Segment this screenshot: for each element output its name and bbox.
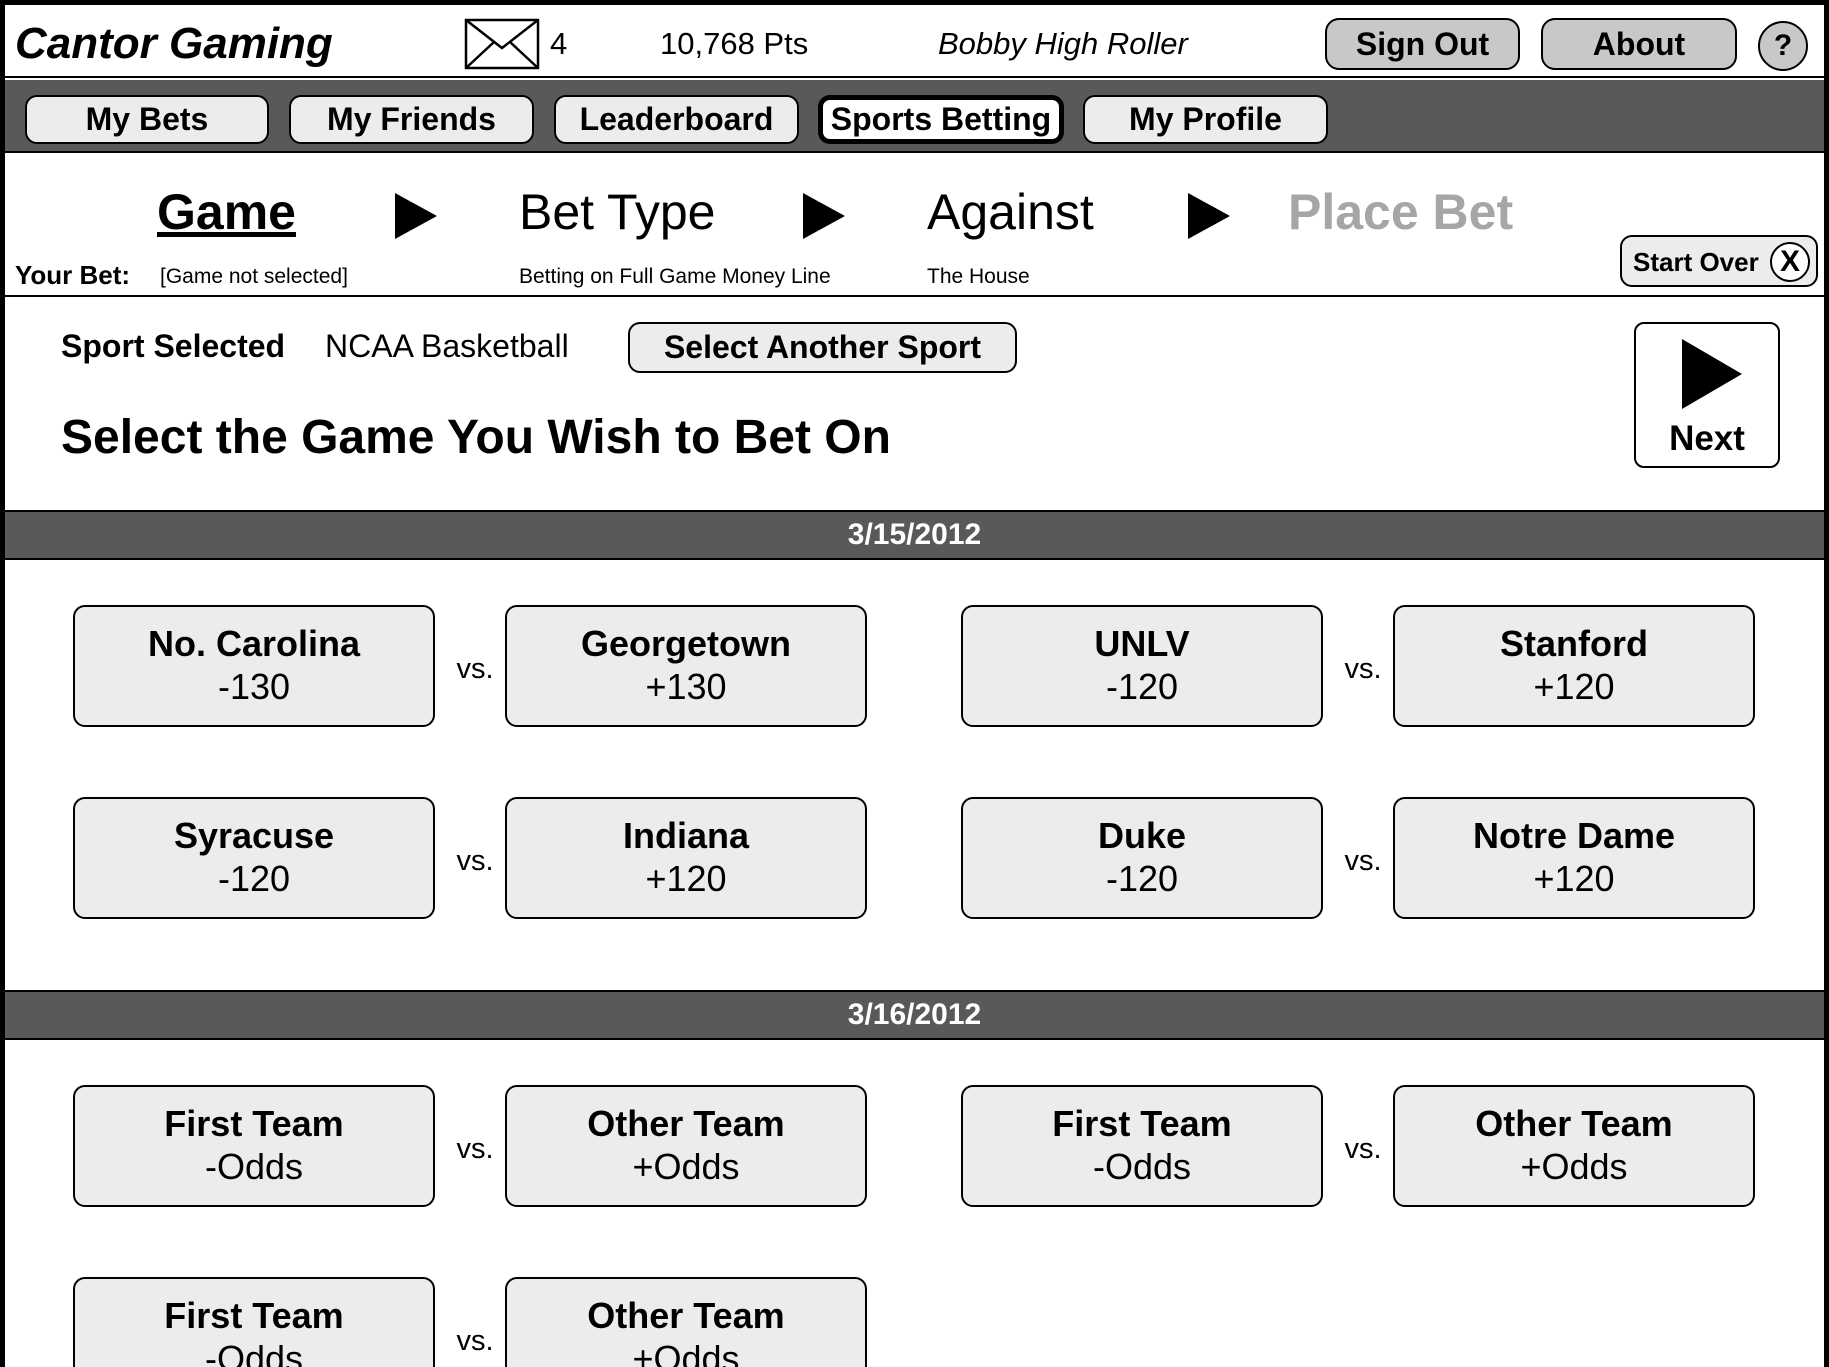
team-odds: +Odds <box>632 1146 740 1187</box>
team-odds: -Odds <box>204 1338 304 1367</box>
username: Bobby High Roller <box>938 26 1188 61</box>
vs-label: vs. <box>456 653 494 685</box>
vs-label: vs. <box>1344 845 1382 877</box>
step-place-bet: Place Bet <box>1288 184 1514 240</box>
team-name: Georgetown <box>580 623 791 664</box>
step-against[interactable]: Against <box>927 183 1094 241</box>
team-name: First Team <box>1052 1103 1232 1144</box>
team-odds: -120 <box>1105 858 1179 899</box>
your-bet-label: Your Bet: <box>15 260 131 290</box>
team-button[interactable]: Syracuse -120 <box>73 797 435 919</box>
team-button[interactable]: Duke -120 <box>961 797 1323 919</box>
team-odds: +Odds <box>632 1338 740 1367</box>
header: Cantor Gaming 4 10,768 Pts Bobby High Ro… <box>5 5 1824 78</box>
app-window: Cantor Gaming 4 10,768 Pts Bobby High Ro… <box>0 0 1829 1367</box>
team-button[interactable]: Indiana +120 <box>505 797 867 919</box>
sport-selected-value: NCAA Basketball <box>325 328 569 364</box>
team-odds: +120 <box>1533 858 1615 899</box>
team-button[interactable]: Stanford +120 <box>1393 605 1755 727</box>
team-odds: -120 <box>217 858 291 899</box>
team-odds: +120 <box>1533 666 1615 707</box>
team-name: Syracuse <box>173 815 335 856</box>
team-button[interactable]: Other Team +Odds <box>1393 1085 1755 1207</box>
tab-my-bets[interactable]: My Bets <box>25 95 269 144</box>
start-over-label: Start Over <box>1633 247 1759 277</box>
vs-label: vs. <box>456 845 494 877</box>
page-title: Select the Game You Wish to Bet On <box>61 411 891 464</box>
team-name: First Team <box>164 1295 344 1336</box>
team-name: No. Carolina <box>147 623 361 664</box>
help-button[interactable]: ? <box>1758 21 1808 71</box>
team-button[interactable]: UNLV -120 <box>961 605 1323 727</box>
about-button[interactable]: About <box>1541 18 1737 70</box>
sign-out-button[interactable]: Sign Out <box>1325 18 1520 70</box>
bet-steps: Game Bet Type Against Place Bet Your Bet… <box>5 155 1824 297</box>
bet-game-detail: [Game not selected] <box>160 265 348 288</box>
mail-count: 4 <box>550 26 568 61</box>
team-button[interactable]: Other Team +Odds <box>505 1277 867 1367</box>
vs-label: vs. <box>1344 1133 1382 1165</box>
sport-selected-label: Sport Selected <box>61 328 286 364</box>
team-button[interactable]: First Team -Odds <box>961 1085 1323 1207</box>
start-over-button[interactable]: Start Over X <box>1620 235 1818 287</box>
bet-type-detail: Betting on Full Game Money Line <box>519 265 831 288</box>
team-button[interactable]: First Team -Odds <box>73 1277 435 1367</box>
team-odds: -Odds <box>204 1146 304 1187</box>
select-another-sport-button[interactable]: Select Another Sport <box>628 322 1017 373</box>
next-label: Next <box>1669 419 1745 458</box>
tab-my-friends[interactable]: My Friends <box>289 95 534 144</box>
vs-label: vs. <box>456 1325 494 1357</box>
date-header: 3/15/2012 <box>5 510 1824 560</box>
team-name: Other Team <box>1475 1103 1673 1144</box>
step-arrow-icon <box>1188 193 1230 239</box>
vs-label: vs. <box>456 1133 494 1165</box>
team-name: Indiana <box>622 815 750 856</box>
step-game[interactable]: Game <box>157 183 296 241</box>
main-nav: My Bets My Friends Leaderboard Sports Be… <box>5 80 1824 153</box>
date-header: 3/16/2012 <box>5 990 1824 1040</box>
team-button[interactable]: Other Team +Odds <box>505 1085 867 1207</box>
team-odds: +120 <box>645 858 727 899</box>
step-arrow-icon <box>803 193 845 239</box>
step-bet-type[interactable]: Bet Type <box>519 183 715 241</box>
team-name: Notre Dame <box>1472 815 1676 856</box>
team-button[interactable]: Georgetown +130 <box>505 605 867 727</box>
app-title: Cantor Gaming <box>15 19 333 68</box>
vs-label: vs. <box>1344 653 1382 685</box>
team-name: UNLV <box>1094 623 1190 664</box>
team-button[interactable]: No. Carolina -130 <box>73 605 435 727</box>
team-odds: +130 <box>645 666 727 707</box>
team-name: Other Team <box>587 1103 785 1144</box>
team-odds: +Odds <box>1520 1146 1628 1187</box>
team-name: First Team <box>164 1103 344 1144</box>
team-button[interactable]: First Team -Odds <box>73 1085 435 1207</box>
points-balance: 10,768 Pts <box>660 26 809 61</box>
bet-against-detail: The House <box>927 265 1030 288</box>
team-button[interactable]: Notre Dame +120 <box>1393 797 1755 919</box>
tab-my-profile[interactable]: My Profile <box>1083 95 1328 144</box>
team-odds: -130 <box>217 666 291 707</box>
play-arrow-icon <box>1682 339 1742 409</box>
close-icon: X <box>1770 242 1810 282</box>
team-name: Other Team <box>587 1295 785 1336</box>
team-odds: -120 <box>1105 666 1179 707</box>
step-arrow-icon <box>395 193 437 239</box>
team-name: Duke <box>1097 815 1187 856</box>
mail-icon[interactable] <box>464 18 540 70</box>
next-button[interactable]: Next <box>1634 322 1780 468</box>
tab-leaderboard[interactable]: Leaderboard <box>554 95 799 144</box>
team-name: Stanford <box>1500 623 1648 664</box>
tab-sports-betting[interactable]: Sports Betting <box>818 95 1064 144</box>
team-odds: -Odds <box>1092 1146 1192 1187</box>
